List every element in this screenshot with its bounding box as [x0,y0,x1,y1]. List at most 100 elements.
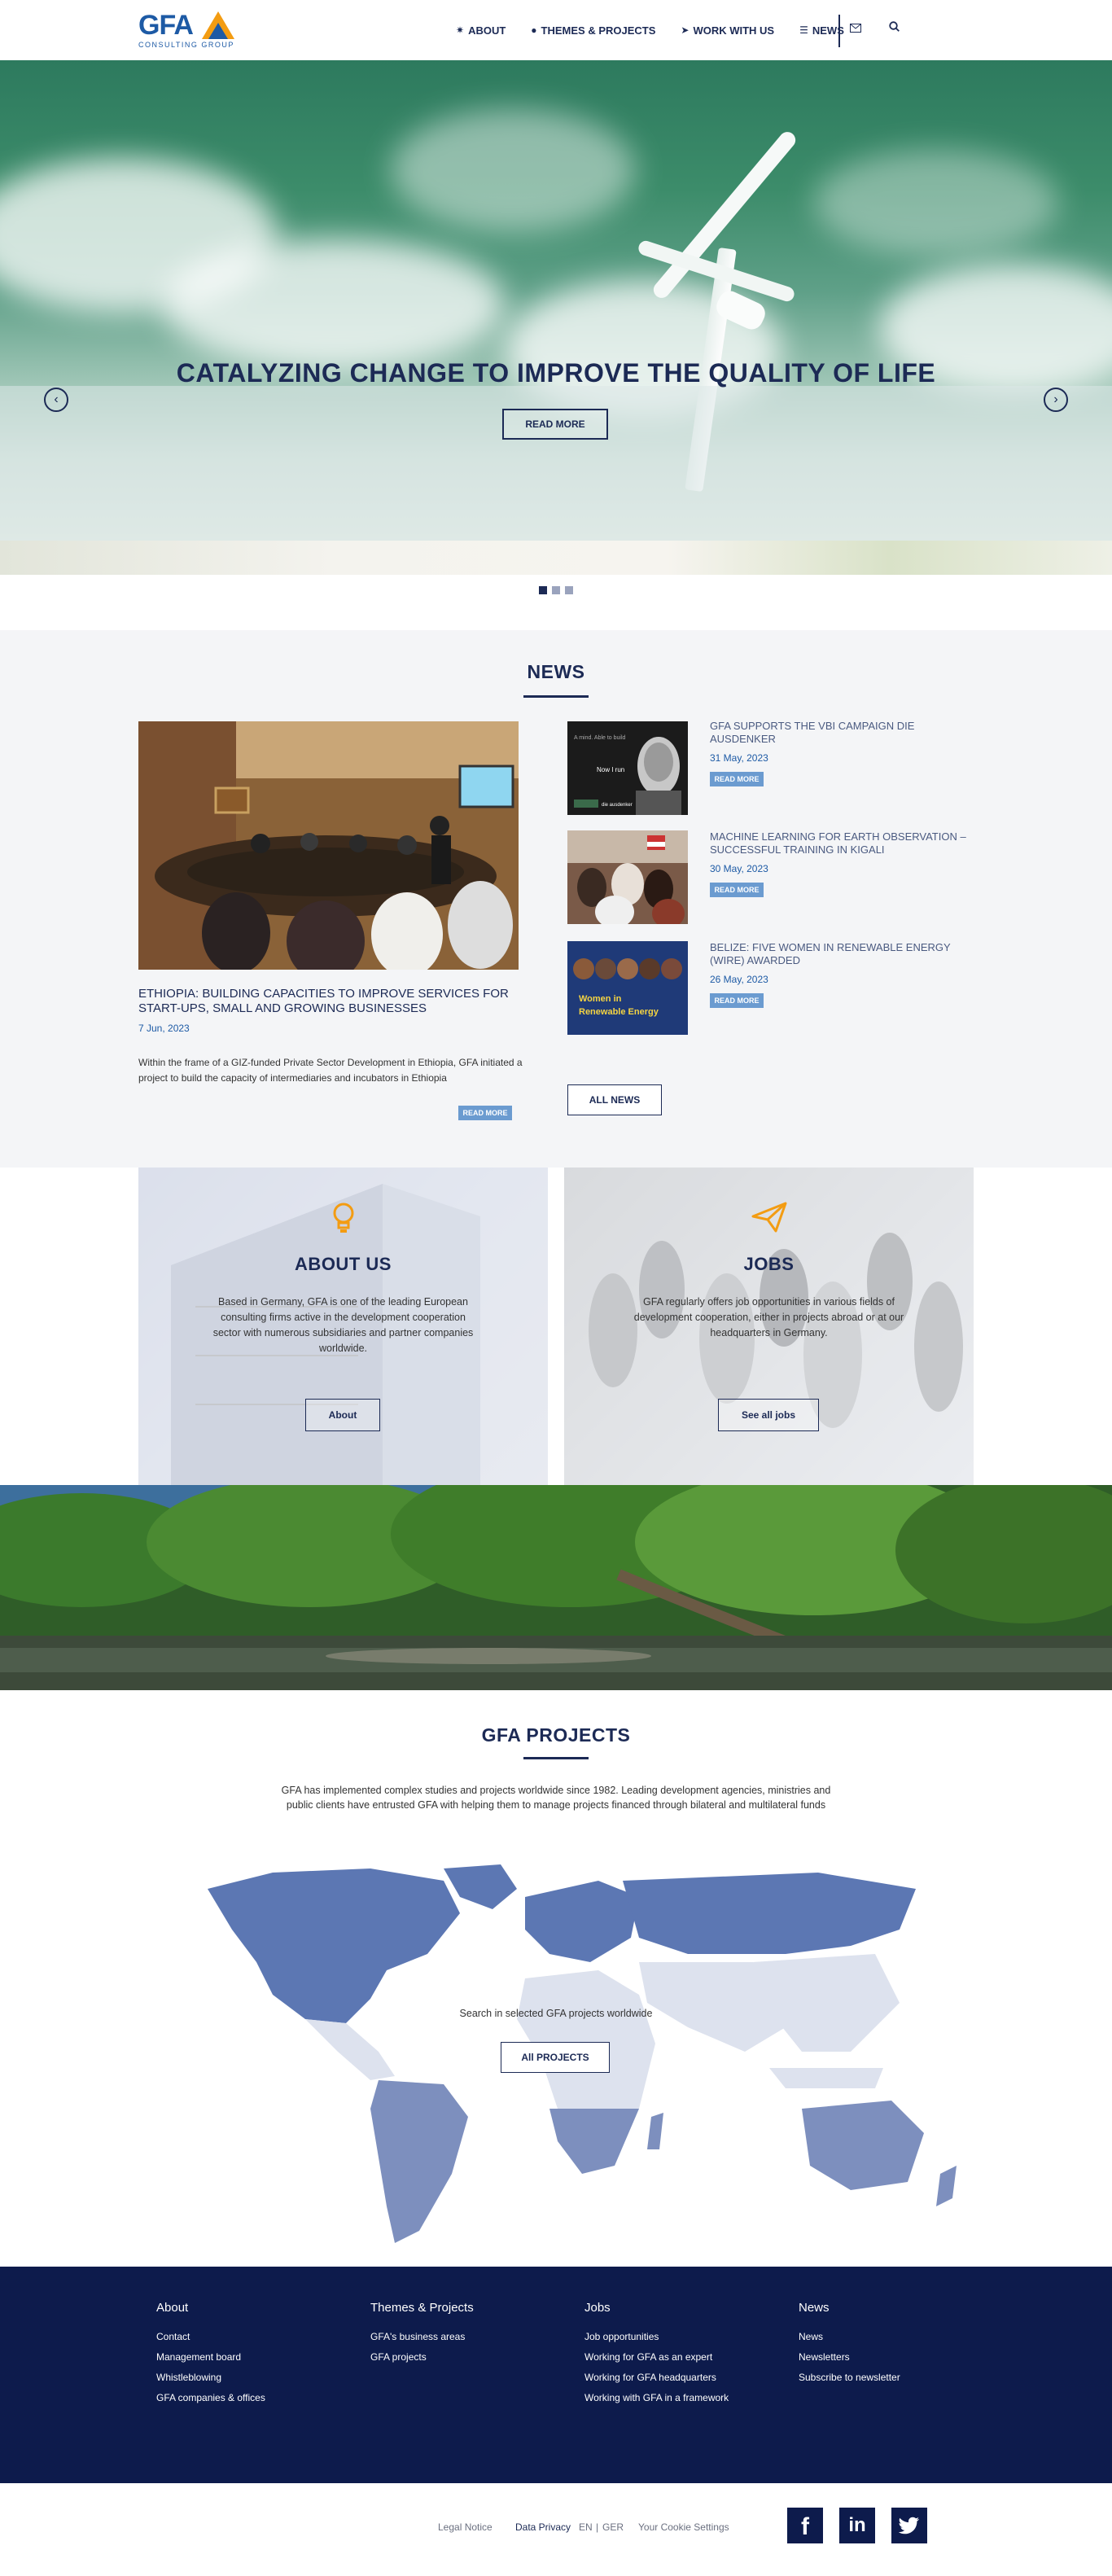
news-section: NEWS ETHIOPIA: BUILDING CAPACITIES TO IM… [0,630,1112,1168]
footer-link-whistleblowing[interactable]: Whistleblowing [156,2372,265,2383]
footer-link-newsletters[interactable]: Newsletters [799,2351,900,2363]
hero-slider [0,60,1112,575]
main-nav: ✷ ABOUT ● THEMES & PROJECTS ➤ WORK WITH … [456,21,869,39]
footer-heading-news: News [799,2301,830,2315]
main-news-excerpt: Within the frame of a GIZ-funded Private… [138,1057,523,1084]
cookie-settings-link[interactable]: Your Cookie Settings [638,2521,729,2533]
about-button[interactable]: About [305,1399,380,1431]
nav-themes-projects[interactable]: ● THEMES & PROJECTS [531,24,655,37]
footer-link-management-board[interactable]: Management board [156,2351,265,2363]
nav-divider [838,15,840,47]
twitter-icon[interactable] [891,2508,927,2543]
jobs-text: GFA regularly offers job opportunities i… [633,1296,904,1338]
side-news-date-1: 31 May, 2023 [710,752,768,764]
side-news-image-3-caption: Women in [579,994,622,1004]
footer-link-business-areas[interactable]: GFA's business areas [370,2331,474,2342]
hero-cloud [814,150,1058,256]
footer-col-news: News News Newsletters Subscribe to newsl… [799,2301,900,2392]
mail-icon[interactable] [850,22,861,35]
hero-cloud [163,239,505,370]
footer-link-companies-offices[interactable]: GFA companies & offices [156,2392,265,2403]
language-ger-link[interactable]: GER [602,2521,624,2533]
slider-dots [539,586,578,594]
footer-col-jobs: Jobs Job opportunities Working for GFA a… [584,2301,729,2412]
news-heading-underline [523,695,589,698]
projects-heading-underline [523,1757,589,1759]
footer-bottom-bar: Legal Notice Data Privacy EN | GER Your … [0,2483,1112,2576]
hero-next-arrow-icon[interactable]: › [1044,388,1068,412]
about-title: ABOUT US [295,1254,392,1274]
nav-about[interactable]: ✷ ABOUT [456,24,506,37]
side-news-title-3[interactable]: BELIZE: FIVE WOMEN IN RENEWABLE ENERGY (… [710,941,970,967]
language-separator: | [596,2521,599,2533]
gfa-logo[interactable]: GFA CONSULTING GROUP [138,10,244,49]
footer-link-subscribe[interactable]: Subscribe to newsletter [799,2372,900,2383]
facebook-icon[interactable]: f [787,2508,823,2543]
news-heading: NEWS [527,661,585,682]
side-news-image-3[interactable]: Women in Renewable Energy [567,941,688,1035]
paper-plane-icon: ➤ [681,24,690,36]
projects-heading: GFA PROJECTS [481,1724,631,1746]
jobs-title: JOBS [743,1254,795,1274]
search-icon[interactable] [889,21,900,35]
hero-title: CATALYZING CHANGE TO IMPROVE THE QUALITY… [176,358,936,388]
side-news-image-1-caption: A mind. Able to build [574,735,626,741]
footer-heading-themes: Themes & Projects [370,2301,474,2315]
footer-link-gfa-projects[interactable]: GFA projects [370,2351,474,2363]
footer-col-themes: Themes & Projects GFA's business areas G… [370,2301,474,2372]
logo-triangle-inner-icon [208,23,228,39]
forest-banner-image [0,1485,1112,1690]
side-news-image-1-caption-3: die ausdenker [602,803,633,808]
hero-read-more-button[interactable]: READ MORE [502,409,608,440]
projects-text: GFA has implemented complex studies and … [281,1785,831,1811]
about-card: ABOUT US Based in Germany, GFA is one of… [138,1168,548,1485]
nav-about-label: ABOUT [468,24,506,37]
data-privacy-link[interactable]: Data Privacy [515,2521,571,2533]
main-news-read-more-button[interactable]: READ MORE [458,1106,512,1120]
side-news-read-more-button-1[interactable]: READ MORE [710,772,764,786]
linkedin-icon[interactable]: in [839,2508,875,2543]
main-news-date: 7 Jun, 2023 [138,1023,190,1034]
legal-notice-link[interactable]: Legal Notice [438,2521,493,2533]
side-news-read-more-button-2[interactable]: READ MORE [710,883,764,897]
slider-dot-1[interactable] [539,586,547,594]
hero-cloud [391,109,635,231]
globe-icon: ● [531,24,537,36]
footer-link-job-opportunities[interactable]: Job opportunities [584,2331,729,2342]
main-news-image[interactable] [138,721,519,970]
side-news-read-more-button-3[interactable]: READ MORE [710,993,764,1008]
site-header: GFA CONSULTING GROUP ✷ ABOUT ● THEMES & … [0,0,1112,60]
side-news-title-1[interactable]: GFA SUPPORTS THE VBI CAMPAIGN DIE AUSDEN… [710,720,970,746]
about-text: Based in Germany, GFA is one of the lead… [212,1296,474,1354]
footer-link-news[interactable]: News [799,2331,900,2342]
nav-work-with-us[interactable]: ➤ WORK WITH US [681,24,774,37]
slider-dot-2[interactable] [552,586,560,594]
side-news-date-3: 26 May, 2023 [710,974,768,985]
footer-heading-about: About [156,2301,189,2315]
footer-col-about: About Contact Management board Whistlebl… [156,2301,265,2412]
side-news-image-1[interactable]: A mind. Able to build Now I run die ausd… [567,721,688,815]
main-news-title[interactable]: ETHIOPIA: BUILDING CAPACITIES TO IMPROVE… [138,987,529,1016]
all-news-button[interactable]: ALL NEWS [567,1084,662,1115]
footer-link-expert[interactable]: Working for GFA as an expert [584,2351,729,2363]
hero-prev-arrow-icon[interactable]: ‹ [44,388,68,412]
logo-text: GFA [138,10,194,41]
side-news-image-1-caption-2: Now I run [597,766,624,773]
nav-news[interactable]: ☰ NEWS [799,24,844,37]
paper-plane-icon [564,1202,974,1240]
side-news-image-2[interactable] [567,830,688,924]
jobs-card: JOBS GFA regularly offers job opportunit… [564,1168,974,1485]
footer-link-framework[interactable]: Working with GFA in a framework [584,2392,729,2403]
footer-link-headquarters[interactable]: Working for GFA headquarters [584,2372,729,2383]
side-news-title-2[interactable]: MACHINE LEARNING FOR EARTH OBSERVATION –… [710,830,970,856]
newspaper-icon: ☰ [799,24,808,36]
all-projects-button[interactable]: All PROJECTS [501,2042,610,2073]
footer-heading-jobs: Jobs [584,2301,611,2315]
side-news-image-3-caption-2: Renewable Energy [579,1007,659,1017]
footer-link-contact[interactable]: Contact [156,2331,265,2342]
slider-dot-3[interactable] [565,586,573,594]
see-all-jobs-button[interactable]: See all jobs [718,1399,819,1431]
language-en-link[interactable]: EN [579,2521,593,2533]
nav-work-label: WORK WITH US [693,24,775,37]
projects-search-text: Search in selected GFA projects worldwid… [459,2008,653,2019]
